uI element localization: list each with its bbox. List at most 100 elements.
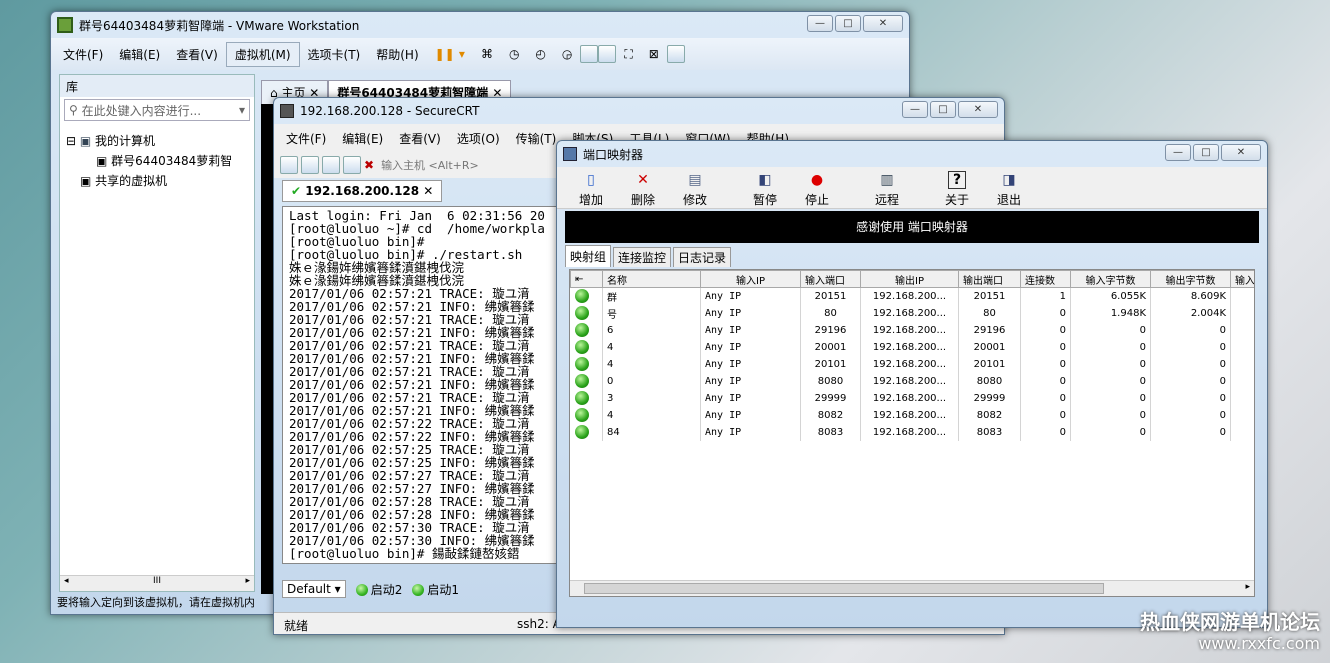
menu-view[interactable]: 查看(V) — [168, 43, 226, 66]
close-button[interactable]: ✕ — [863, 15, 903, 32]
status-cell — [570, 338, 603, 356]
col-output-port[interactable]: 输出端口 — [958, 270, 1021, 288]
sidebar-toggle-icon[interactable] — [580, 45, 599, 63]
edit-button[interactable]: ▤ 修改 — [669, 170, 721, 208]
col-connections[interactable]: 连接数 — [1020, 270, 1071, 288]
library-search[interactable]: ⚲ 在此处键入内容进行... ▾ — [64, 99, 250, 121]
disconnect-icon[interactable]: ✖ — [364, 158, 374, 172]
button-start1[interactable]: 启动1 — [412, 581, 459, 598]
table-cell: 80 — [958, 304, 1021, 322]
menu-view[interactable]: 查看(V) — [391, 127, 449, 150]
table-cell — [1230, 304, 1254, 322]
maximize-button[interactable]: □ — [930, 101, 956, 118]
minimize-button[interactable]: — — [902, 101, 928, 118]
tab-connection-monitor[interactable]: 连接监控 — [613, 247, 672, 267]
chevron-down-icon[interactable]: ▾ — [239, 103, 245, 117]
thumbnail-icon[interactable] — [666, 45, 685, 63]
maximize-button[interactable]: □ — [835, 15, 861, 32]
stop-button[interactable]: ● 停止 — [791, 170, 843, 208]
table-row[interactable]: 4 Any IP 20001 192.168.200... 20001 0 0 0 — [570, 338, 1254, 356]
revert-snapshot-icon[interactable]: ◴ — [527, 44, 553, 64]
search-input[interactable]: 在此处键入内容进行... — [82, 102, 239, 119]
tab-mapping-group[interactable]: 映射组 — [565, 245, 612, 267]
table-row[interactable]: 84 Any IP 8083 192.168.200... 8083 0 0 0 — [570, 423, 1254, 441]
menu-edit[interactable]: 编辑(E) — [111, 43, 168, 66]
vmware-titlebar[interactable]: 群号64403484萝莉智障端 - VMware Workstation — □ ✕ — [51, 12, 909, 38]
table-cell: 20101 — [958, 355, 1021, 373]
table-row[interactable]: 群 Any IP 20151 192.168.200... 20151 1 6.055K 8.… — [570, 287, 1254, 305]
table-row[interactable]: 0 Any IP 8080 192.168.200... 8080 0 0 0 — [570, 372, 1254, 390]
pause-icon[interactable]: ❚❚ ▾ — [427, 44, 473, 64]
send-keys-icon[interactable]: ⌘ — [473, 44, 501, 64]
tree-item-my-computer[interactable]: ⊟ ▣ 我的计算机 — [66, 131, 248, 151]
menu-file[interactable]: 文件(F) — [55, 43, 111, 66]
unity-icon[interactable]: ⊠ — [641, 44, 667, 64]
col-output-bytes[interactable]: 输出字节数 — [1150, 270, 1231, 288]
table-cell: 0 — [1150, 406, 1231, 424]
table-cell: 群 — [602, 287, 701, 305]
status-cell — [570, 423, 603, 441]
tab-log[interactable]: 日志记录 — [673, 247, 732, 267]
delete-button[interactable]: ✕ 删除 — [617, 170, 669, 208]
minimize-button[interactable]: — — [807, 15, 833, 32]
mapping-list[interactable]: ⇤ 名称 输入IP 输入端口 输出IP 输出端口 连接数 输入字节数 输出字节数… — [569, 269, 1255, 597]
minimize-button[interactable]: — — [1165, 144, 1191, 161]
table-row[interactable]: 号 Any IP 80 192.168.200... 80 0 1.948K 2.004K — [570, 304, 1254, 322]
running-status-icon — [574, 408, 589, 422]
session-combo[interactable]: Default ▾ — [282, 580, 346, 598]
col-input-port[interactable]: 输入端口 — [800, 270, 861, 288]
portmap-titlebar[interactable]: 端口映射器 — □ ✕ — [557, 141, 1267, 167]
library-hscroll[interactable]: ◂ III ▸ — [60, 575, 254, 591]
fullscreen-icon[interactable]: ⛶ — [616, 44, 640, 65]
exit-button[interactable]: ◨ 退出 — [983, 170, 1035, 208]
about-button[interactable]: ? 关于 — [931, 170, 983, 208]
library-title: 库 — [60, 75, 254, 97]
menu-options[interactable]: 选项(O) — [449, 127, 508, 150]
col-input-ip[interactable]: 输入IP — [700, 270, 801, 288]
table-row[interactable]: 3 Any IP 29999 192.168.200... 29999 0 0 0 — [570, 389, 1254, 407]
vmware-menubar: 文件(F) 编辑(E) 查看(V) 虚拟机(M) 选项卡(T) 帮助(H) ❚❚… — [51, 38, 909, 70]
scroll-right-arrow[interactable]: ▸ — [1245, 582, 1250, 592]
stop-icon: ● — [810, 172, 824, 188]
connected-check-icon: ✔ — [291, 184, 302, 198]
col-input-bytes[interactable]: 输入字节数 — [1070, 270, 1151, 288]
host-input[interactable]: 输入主机 <Alt+R> — [381, 157, 479, 173]
snapshot-manager-icon[interactable]: ◶ — [554, 44, 580, 64]
menu-vm[interactable]: 虚拟机(M) — [225, 41, 300, 67]
list-hscroll[interactable]: ▸ — [570, 580, 1254, 596]
table-cell: 20001 — [800, 338, 861, 356]
add-button[interactable]: ▯ 增加 — [565, 170, 617, 208]
tree-item-vm[interactable]: ▣ 群号64403484萝莉智 — [66, 151, 248, 171]
button-start2[interactable]: 启动2 — [355, 581, 402, 598]
snapshot-icon[interactable]: ◷ — [501, 44, 527, 64]
securecrt-title: 192.168.200.128 - SecureCRT — [300, 104, 480, 118]
connect-icon[interactable] — [280, 156, 298, 174]
securecrt-titlebar[interactable]: 192.168.200.128 - SecureCRT — □ ✕ — [274, 98, 1004, 124]
table-row[interactable]: 4 Any IP 20101 192.168.200... 20101 0 0 0 — [570, 355, 1254, 373]
menu-tabs[interactable]: 选项卡(T) — [300, 43, 369, 66]
search-icon: ⚲ — [69, 103, 82, 117]
menu-help[interactable]: 帮助(H) — [368, 43, 426, 66]
table-row[interactable]: 4 Any IP 8082 192.168.200... 8082 0 0 0 — [570, 406, 1254, 424]
maximize-button[interactable]: □ — [1193, 144, 1219, 161]
close-button[interactable]: ✕ — [1221, 144, 1261, 161]
tree-item-shared[interactable]: ▣ 共享的虚拟机 — [66, 171, 248, 191]
reconnect-icon[interactable] — [343, 156, 361, 174]
pause-button[interactable]: ◧ 暂停 — [739, 170, 791, 208]
computer-icon: ▣ — [79, 134, 92, 148]
remote-button[interactable]: ▥ 远程 — [861, 170, 913, 208]
quick-connect-icon[interactable] — [301, 156, 319, 174]
pin-column-icon[interactable]: ⇤ — [570, 270, 603, 288]
col-output-ip[interactable]: 输出IP — [860, 270, 959, 288]
col-input-more[interactable]: 输入 — [1230, 270, 1254, 288]
connect-tab-icon[interactable] — [322, 156, 340, 174]
menu-edit[interactable]: 编辑(E) — [334, 127, 391, 150]
table-row[interactable]: 6 Any IP 29196 192.168.200... 29196 0 0 0 — [570, 321, 1254, 339]
col-name[interactable]: 名称 — [602, 270, 701, 288]
edit-icon: ▤ — [688, 172, 702, 188]
session-tab[interactable]: ✔ 192.168.200.128 ✕ — [282, 180, 443, 202]
scroll-thumb[interactable] — [584, 583, 1104, 594]
console-view-icon[interactable] — [598, 45, 617, 63]
menu-file[interactable]: 文件(F) — [278, 127, 334, 150]
close-button[interactable]: ✕ — [958, 101, 998, 118]
